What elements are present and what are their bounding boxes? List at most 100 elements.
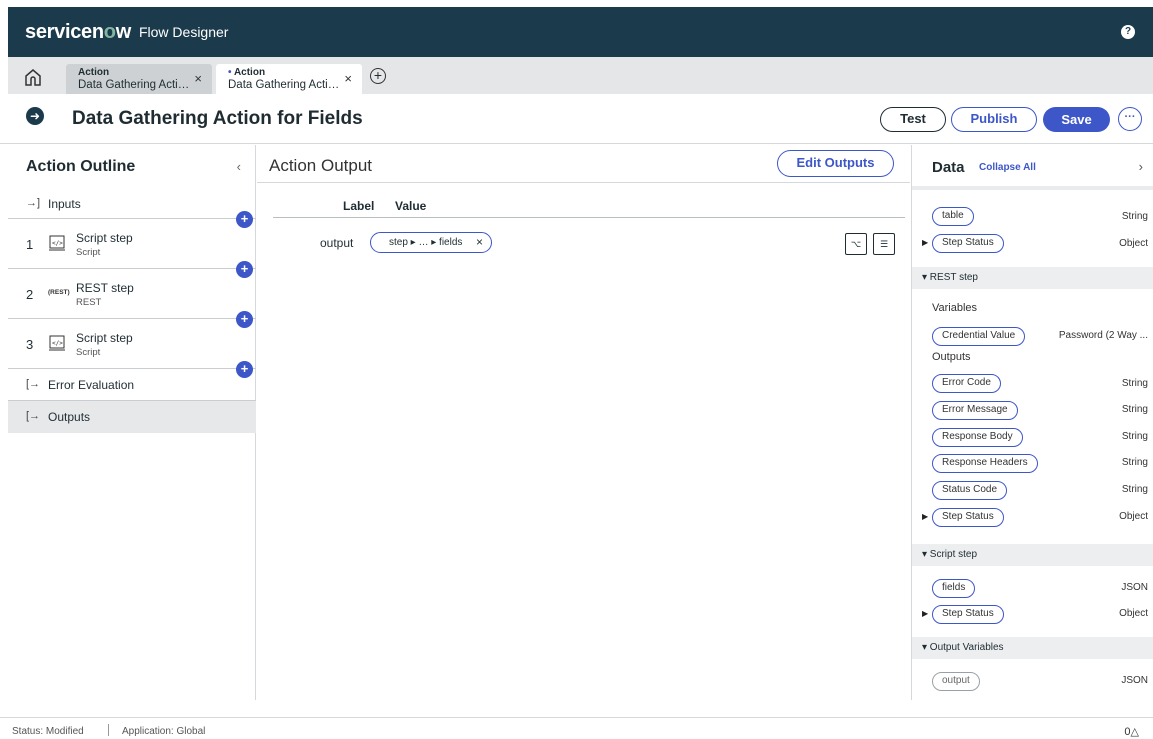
data-pill[interactable]: Response Body [932, 428, 1023, 447]
collapse-all-link[interactable]: Collapse All [979, 162, 1036, 173]
step-title: REST step [76, 281, 134, 295]
column-header-label: Label [343, 199, 375, 213]
add-step-icon[interactable]: + [236, 361, 253, 378]
outline-item-outputs[interactable]: [→ Outputs [8, 401, 256, 433]
divider [257, 182, 910, 183]
outline-step-2[interactable]: 2 (REST) REST step REST [8, 269, 256, 319]
action-output-panel: Action Output Edit Outputs Label Value o… [257, 145, 910, 700]
output-row-label: output [320, 236, 354, 250]
close-tab-icon[interactable]: × [344, 72, 352, 85]
outline-item-label: Error Evaluation [48, 378, 135, 392]
close-tab-icon[interactable]: × [194, 72, 202, 85]
data-type: String [1121, 457, 1148, 468]
tab-action-2[interactable]: • Action Data Gathering Acti… × [216, 64, 362, 94]
divider [912, 186, 1153, 190]
variables-heading: Variables [932, 302, 978, 314]
data-pill[interactable]: Credential Value [932, 327, 1026, 346]
save-button[interactable]: Save [1043, 107, 1110, 132]
data-type: String [1121, 378, 1148, 389]
warnings-indicator[interactable]: 0△ [1124, 725, 1139, 738]
step-type: Script [76, 347, 101, 358]
data-pill[interactable]: Step Status [932, 234, 1004, 253]
data-pill[interactable]: Error Message [932, 401, 1018, 420]
expand-caret-icon[interactable]: ▶ [922, 238, 928, 247]
data-pill[interactable]: Error Code [932, 374, 1001, 393]
edit-outputs-button[interactable]: Edit Outputs [777, 150, 894, 177]
tab-type: Action [78, 67, 110, 78]
outputs-heading: Outputs [932, 351, 971, 363]
test-button[interactable]: Test [880, 107, 946, 132]
add-step-icon[interactable]: + [236, 211, 253, 228]
help-icon[interactable]: ? [1121, 25, 1135, 39]
section-script-step[interactable]: ▾ Script step [912, 544, 1153, 566]
action-outline-panel: Action Outline ‹ →] Inputs 1 </> Script … [8, 145, 256, 700]
outline-step-3[interactable]: 3 </> Script step Script [8, 319, 256, 369]
data-type: Object [1119, 511, 1148, 522]
data-pill[interactable]: Step Status [932, 605, 1004, 624]
data-type: JSON [1121, 582, 1148, 593]
tab-name: Data Gathering Acti… [228, 79, 340, 91]
data-type: Object [1119, 238, 1148, 249]
tab-bar: Action Data Gathering Acti… × • Action D… [8, 57, 1153, 94]
collapse-data-icon[interactable]: › [1139, 159, 1143, 174]
expand-caret-icon[interactable]: ▶ [922, 512, 928, 521]
data-pill[interactable]: output [932, 672, 980, 691]
section-output-variables[interactable]: ▾ Output Variables [912, 637, 1153, 659]
outline-step-1[interactable]: 1 </> Script step Script [8, 219, 256, 269]
expand-caret-icon[interactable]: ▶ [922, 609, 928, 618]
tab-type: Action [233, 67, 266, 78]
data-pill-picker-icon[interactable]: ☰ [873, 233, 895, 255]
output-panel-title: Action Output [269, 156, 373, 175]
top-header: servicenow Flow Designer ? [0, 0, 1153, 57]
section-rest-step[interactable]: ▾ REST step [912, 267, 1153, 289]
add-step-icon[interactable]: + [236, 261, 253, 278]
script-icon: </> [49, 235, 65, 251]
product-name: Flow Designer [138, 24, 229, 40]
input-arrow-icon: →] [26, 197, 41, 209]
divider [273, 217, 905, 218]
tab-action-1[interactable]: Action Data Gathering Acti… × [66, 64, 212, 94]
collapse-outline-icon[interactable]: ‹ [237, 159, 241, 174]
add-step-icon[interactable]: + [236, 311, 253, 328]
data-pill[interactable]: fields [932, 579, 976, 598]
outline-item-label: Outputs [48, 410, 91, 424]
outline-item-inputs[interactable]: →] Inputs [8, 189, 256, 219]
servicenow-logo[interactable]: servicenow [25, 21, 131, 44]
data-pill[interactable]: Status Code [932, 481, 1008, 500]
outline-item-label: Inputs [48, 197, 81, 211]
data-pill[interactable]: Response Headers [932, 454, 1038, 473]
data-type: JSON [1121, 675, 1148, 686]
data-panel: Data Collapse All › table String ▶ Step … [911, 145, 1153, 700]
more-options-icon[interactable]: ··· [1118, 107, 1142, 131]
exit-arrow-icon: [→ [26, 410, 41, 422]
step-number: 3 [26, 337, 34, 352]
remove-pill-icon[interactable]: × [476, 233, 483, 252]
header-bar: servicenow Flow Designer ? [8, 7, 1153, 57]
step-title: Script step [76, 331, 133, 345]
rest-icon: (REST) [48, 289, 70, 296]
output-value-pill[interactable]: step ▸ … ▸ fields × [370, 232, 492, 253]
status-text: Status: Modified [12, 726, 84, 737]
action-type-icon: ➜ [26, 107, 44, 125]
step-number: 2 [26, 287, 34, 302]
column-header-value: Value [395, 199, 427, 213]
home-icon[interactable] [22, 66, 44, 88]
step-number: 1 [26, 237, 34, 252]
data-title: Data [932, 159, 965, 176]
data-pill[interactable]: table [932, 207, 974, 226]
script-icon: </> [49, 335, 65, 351]
step-type: REST [76, 297, 102, 308]
data-type: String [1121, 211, 1148, 222]
outline-item-error-evaluation[interactable]: [→ Error Evaluation [8, 369, 256, 401]
outline-title: Action Outline [26, 158, 136, 175]
page-title: Data Gathering Action for Fields [72, 108, 363, 129]
application-text: Application: Global [122, 726, 206, 737]
svg-text:</>: </> [52, 240, 63, 247]
status-bar: Status: Modified Application: Global 0△ [0, 717, 1153, 739]
divider [108, 724, 109, 736]
add-tab-icon[interactable]: + [370, 68, 386, 84]
step-title: Script step [76, 231, 133, 245]
data-pill[interactable]: Step Status [932, 508, 1004, 527]
publish-button[interactable]: Publish [951, 107, 1037, 132]
script-toggle-icon[interactable]: ⌥ [845, 233, 867, 255]
